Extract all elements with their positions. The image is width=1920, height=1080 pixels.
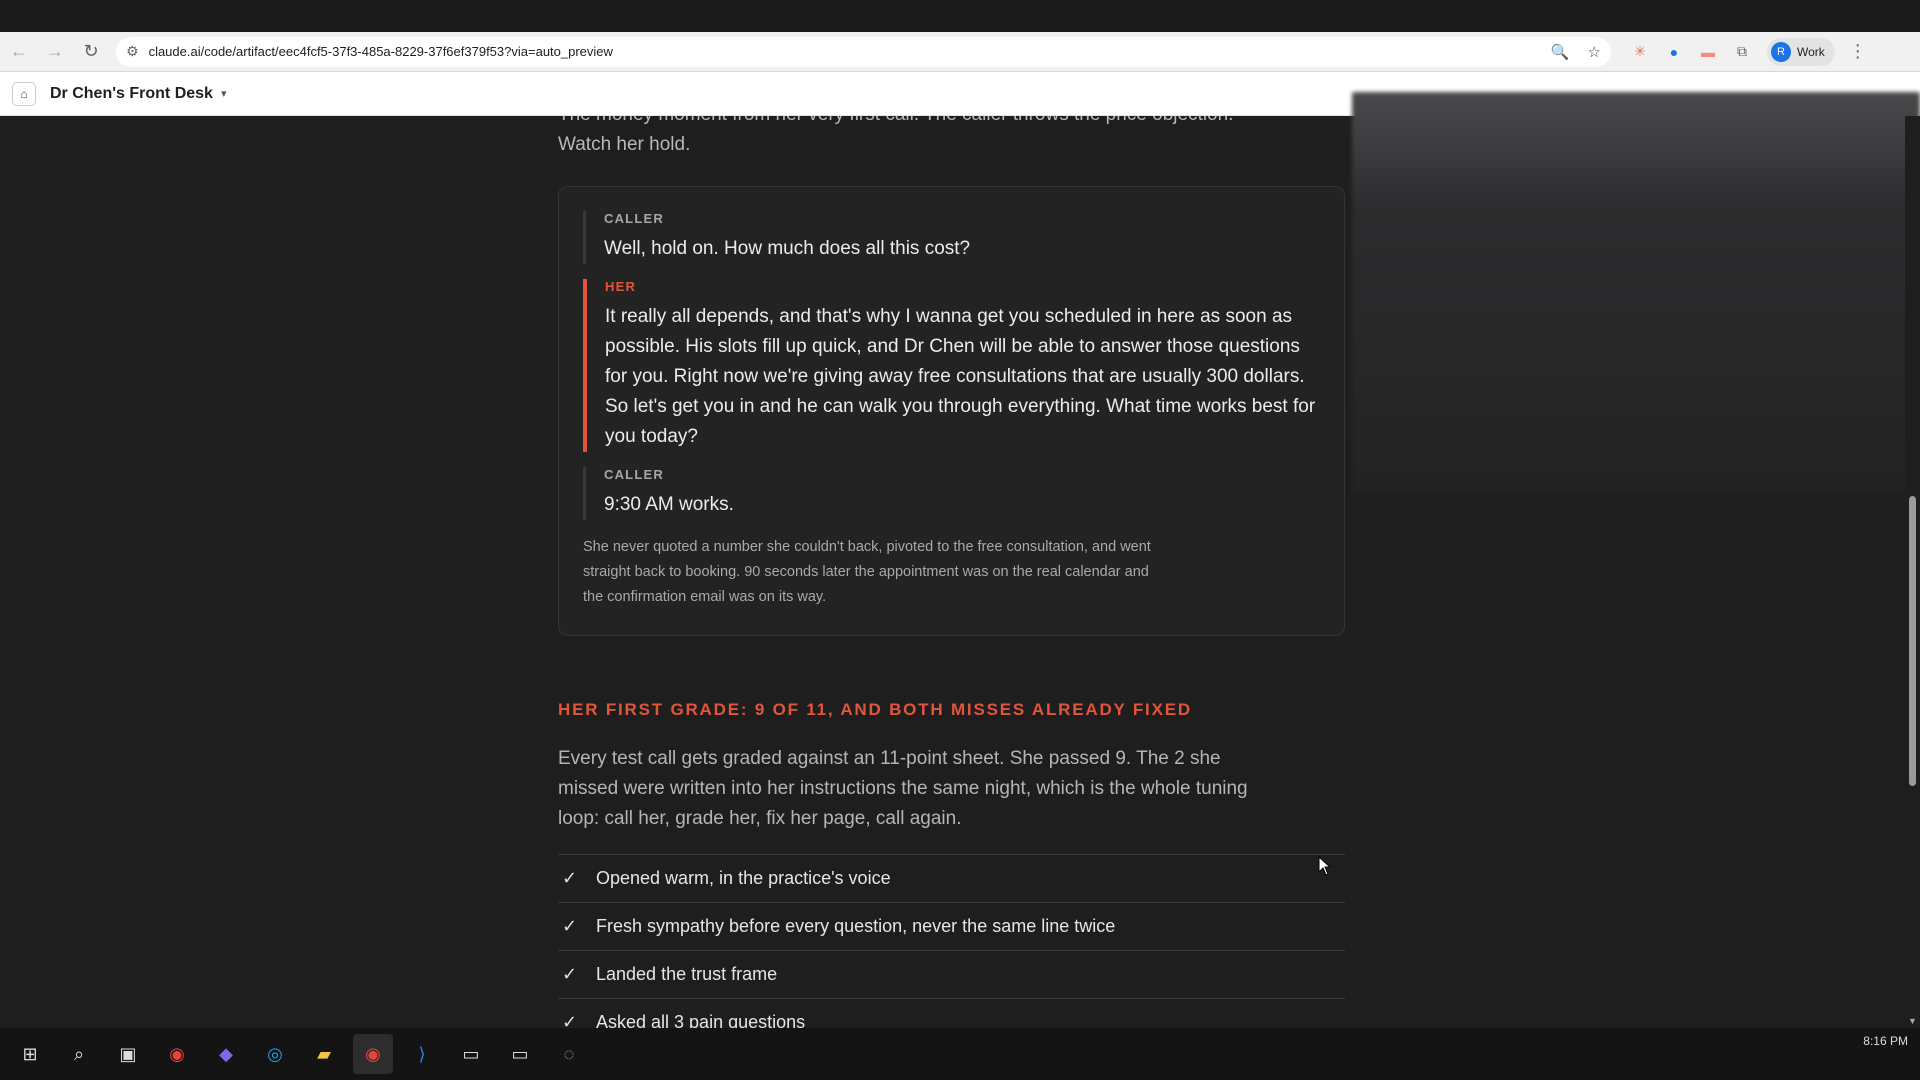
- bookmark-star-icon[interactable]: ☆: [1588, 43, 1601, 61]
- back-button[interactable]: ←: [2, 35, 36, 69]
- extension-pink-icon[interactable]: ▬: [1693, 37, 1723, 67]
- reload-button[interactable]: ↻: [74, 35, 108, 69]
- list-item-text: Fresh sympathy before every question, ne…: [596, 916, 1116, 936]
- turn-text: Well, hold on. How much does all this co…: [604, 238, 971, 259]
- transcript-card: CALLER Well, hold on. How much does all …: [558, 186, 1345, 636]
- terminal-icon[interactable]: ▭: [451, 1034, 491, 1074]
- extension-blue-icon[interactable]: ●: [1659, 37, 1689, 67]
- app-icon[interactable]: ◆: [206, 1034, 246, 1074]
- list-item-text: Opened warm, in the practice's voice: [596, 868, 891, 888]
- site-info-icon[interactable]: ⚙: [126, 43, 139, 60]
- list-item: ✓ Landed the trust frame: [558, 950, 1345, 998]
- avatar: R: [1771, 41, 1791, 62]
- vscode-icon[interactable]: ⟩: [402, 1034, 442, 1074]
- checkmark-icon: ✓: [562, 964, 578, 984]
- blurred-overlay-panel: [1352, 92, 1920, 492]
- profile-label: Work: [1797, 44, 1825, 59]
- zoom-icon[interactable]: 🔍: [1551, 43, 1570, 61]
- window-frame: [0, 0, 1920, 32]
- list-item: ✓ Asked all 3 pain questions: [558, 998, 1345, 1028]
- start-icon[interactable]: ⊞: [10, 1034, 50, 1074]
- list-item-text: Landed the trust frame: [596, 964, 778, 984]
- card-note: She never quoted a number she couldn't b…: [583, 539, 1151, 605]
- speaker-label: CALLER: [604, 211, 664, 226]
- intro-paragraph: The money moment from her very first cal…: [558, 116, 1233, 155]
- section-paragraph: Every test call gets graded against an 1…: [558, 748, 1248, 829]
- grade-checklist: ✓ Opened warm, in the practice's voice ✓ F…: [558, 854, 1345, 1028]
- list-item-text: Asked all 3 pain questions: [596, 1012, 806, 1028]
- folder-icon[interactable]: ▰: [304, 1034, 344, 1074]
- speaker-label: HER: [605, 279, 637, 294]
- speaker-label: CALLER: [604, 467, 664, 482]
- scrollbar-thumb[interactable]: [1909, 496, 1916, 786]
- artifact-icon[interactable]: ⌂: [12, 81, 36, 106]
- transcript-turn: CALLER Well, hold on. How much does all …: [583, 211, 1323, 264]
- checkmark-icon: ✓: [562, 1012, 578, 1028]
- search-icon[interactable]: ⌕: [59, 1034, 99, 1074]
- browser-toolbar: ← → ↻ ⚙ claude.ai/code/artifact/eec4fcf5…: [0, 32, 1920, 72]
- scroll-down-icon[interactable]: ▼: [1908, 1016, 1917, 1026]
- checkmark-icon: ✓: [562, 868, 578, 888]
- arrow-right-icon: →: [46, 41, 64, 61]
- transcript-turn: CALLER 9:30 AM works.: [583, 467, 1323, 520]
- reload-icon: ↻: [83, 41, 99, 61]
- arrow-left-icon: ←: [10, 41, 28, 61]
- edge-icon[interactable]: ◎: [255, 1034, 295, 1074]
- chevron-down-icon[interactable]: ▾: [221, 87, 227, 100]
- claude-extension-icon[interactable]: ✳: [1625, 37, 1655, 67]
- turn-text: 9:30 AM works.: [604, 494, 734, 515]
- list-item: ✓ Opened warm, in the practice's voice: [558, 854, 1345, 902]
- chrome-icon[interactable]: ◉: [157, 1034, 197, 1074]
- list-item: ✓ Fresh sympathy before every question, n…: [558, 902, 1345, 950]
- chrome-active-icon[interactable]: ◉: [353, 1034, 393, 1074]
- terminal-2-icon[interactable]: ▭: [500, 1034, 540, 1074]
- checkmark-icon: ✓: [562, 916, 578, 936]
- page-scrollbar[interactable]: ▼: [1905, 116, 1920, 1028]
- taskbar-clock[interactable]: 8:16 PM: [1863, 1034, 1908, 1048]
- os-taskbar: ⊞ ⌕ ▣ ◉ ◆ ◎ ▰ ◉ ⟩ ▭ ▭ ◌ 8:16 PM: [0, 1028, 1920, 1080]
- app-2-icon[interactable]: ◌: [549, 1034, 589, 1074]
- url-text[interactable]: claude.ai/code/artifact/eec4fcf5-37f3-48…: [149, 44, 1533, 59]
- artifact-title[interactable]: Dr Chen's Front Desk: [50, 85, 213, 103]
- profile-button[interactable]: R Work: [1767, 37, 1835, 66]
- forward-button[interactable]: →: [38, 35, 72, 69]
- extensions-puzzle-icon[interactable]: ⧉: [1727, 37, 1757, 67]
- store-icon[interactable]: ▣: [108, 1034, 148, 1074]
- section-heading: HER FIRST GRADE: 9 OF 11, AND BOTH MISSE…: [558, 700, 1192, 719]
- address-bar[interactable]: ⚙ claude.ai/code/artifact/eec4fcf5-37f3-…: [116, 36, 1611, 67]
- turn-text: It really all depends, and that's why I …: [605, 306, 1316, 447]
- mouse-cursor-icon: [1318, 856, 1332, 876]
- browser-menu-icon[interactable]: ⋮: [1849, 41, 1867, 62]
- transcript-turn-her: HER It really all depends, and that's wh…: [583, 279, 1323, 452]
